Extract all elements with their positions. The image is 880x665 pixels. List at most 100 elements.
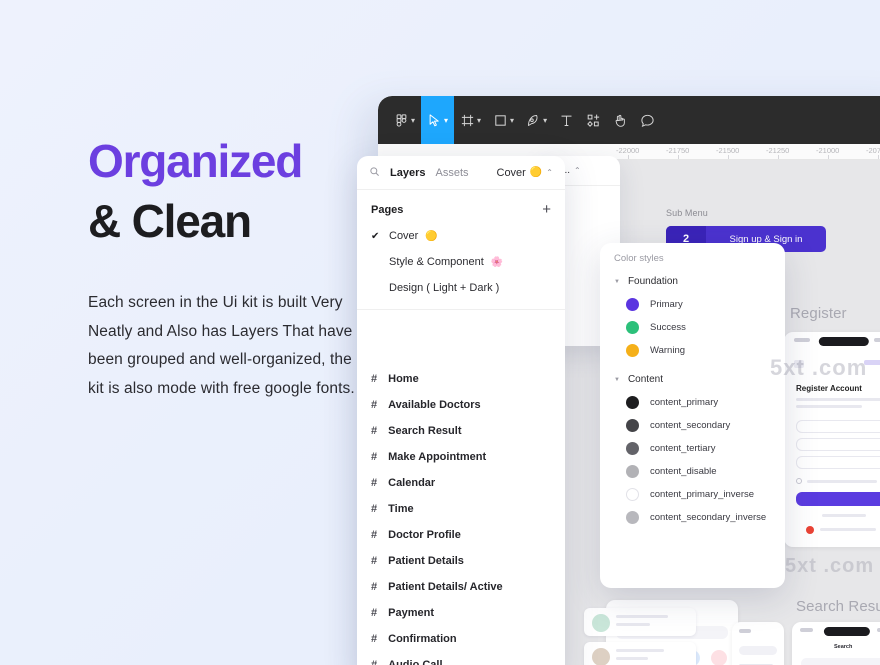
mock-register-cta[interactable]: [796, 492, 880, 506]
layers-panel[interactable]: Layers Assets Cover 🟡 ⌃ Pages + ✔ Cover …: [357, 156, 565, 665]
frame-hash-icon: #: [371, 582, 377, 593]
color-item-warning[interactable]: Warning: [600, 339, 785, 362]
layer-item[interactable]: # Patient Details/ Active: [357, 574, 565, 600]
mock-search-field[interactable]: [801, 658, 880, 665]
page-emoji-icon: 🟡: [425, 231, 437, 242]
chevron-down-icon: ▾: [477, 117, 481, 125]
tab-assets[interactable]: Assets: [435, 167, 468, 179]
color-group-foundation[interactable]: ▼ Foundation: [600, 270, 785, 293]
chevron-up-icon[interactable]: ⌃: [546, 168, 553, 177]
layer-item[interactable]: #Payment: [357, 600, 565, 626]
chevron-down-icon: ▾: [510, 117, 514, 125]
color-label: Primary: [650, 299, 683, 310]
layer-item[interactable]: #Time: [357, 496, 565, 522]
headline-line-1: Organized: [88, 136, 378, 188]
phone-mock-register[interactable]: Register Account: [784, 332, 880, 547]
current-file-name[interactable]: Cover: [497, 167, 526, 179]
page-label: Design ( Light + Dark ): [389, 282, 499, 294]
page-item-design[interactable]: Design ( Light + Dark ): [357, 275, 565, 301]
layer-item[interactable]: # Doctor Profile: [357, 522, 565, 548]
page-emoji-icon: 🌸: [491, 257, 503, 268]
color-item-content-disable[interactable]: content_disable: [600, 460, 785, 483]
layer-item[interactable]: # Audio Call: [357, 652, 565, 665]
add-page-icon[interactable]: +: [542, 202, 551, 217]
page-label: Style & Component: [389, 256, 484, 268]
artboard-label-search-result[interactable]: Search Result: [796, 598, 880, 615]
color-item-content-primary-inverse[interactable]: content_primary_inverse: [600, 483, 785, 506]
color-group-label: Foundation: [628, 276, 678, 287]
comment-tool-icon[interactable]: [634, 96, 661, 144]
frame-tool-icon[interactable]: ▾: [454, 96, 487, 144]
color-swatch: [626, 488, 639, 501]
layer-item[interactable]: #Available Doctors: [357, 392, 565, 418]
color-label: content_secondary_inverse: [650, 512, 766, 523]
color-swatch: [626, 396, 639, 409]
artboard-label-sub-menu[interactable]: Sub Menu: [666, 208, 708, 218]
layer-item[interactable]: # Confirmation: [357, 626, 565, 652]
pages-section-header: Pages +: [357, 190, 565, 223]
file-emoji-icon: 🟡: [530, 167, 542, 178]
frame-hash-icon: #: [371, 634, 377, 645]
phone-mock-search[interactable]: Search: [792, 622, 880, 665]
layer-label: Make Appointment: [388, 451, 486, 463]
frame-hash-icon: #: [371, 530, 377, 541]
color-item-primary[interactable]: Primary: [600, 293, 785, 316]
layer-label: Confirmation: [388, 633, 456, 645]
color-swatch: [626, 511, 639, 524]
figma-toolbar: ▾ ▾ ▾ ▾: [378, 96, 880, 144]
shape-tool-icon[interactable]: ▾: [487, 96, 520, 144]
search-icon[interactable]: [369, 164, 380, 182]
figma-menu-icon[interactable]: ▾: [388, 96, 421, 144]
color-group-content[interactable]: ▼ Content: [600, 368, 785, 391]
pages-label: Pages: [371, 204, 403, 216]
layer-label: Patient Details/ Active: [388, 581, 503, 593]
layer-label: Search Result: [388, 425, 461, 437]
layer-label: Payment: [388, 607, 434, 619]
layers-panel-header: Layers Assets Cover 🟡 ⌃: [357, 156, 565, 190]
hand-tool-icon[interactable]: [607, 96, 634, 144]
frame-hash-icon: #: [371, 660, 377, 665]
color-styles-panel[interactable]: Color styles ▼ Foundation Primary Succes…: [600, 243, 785, 588]
layer-list[interactable]: #Home #Available Doctors #Search Result …: [357, 310, 565, 665]
layer-label: Available Doctors: [388, 399, 481, 411]
color-item-success[interactable]: Success: [600, 316, 785, 339]
color-swatch: [626, 344, 639, 357]
layer-item[interactable]: # Search Result: [357, 418, 565, 444]
frame-hash-icon: #: [371, 556, 377, 567]
frame-hash-icon: #: [371, 426, 377, 437]
components-icon[interactable]: [580, 96, 607, 144]
layer-label: Patient Details: [388, 555, 464, 567]
pen-tool-icon[interactable]: ▾: [520, 96, 553, 144]
move-tool-icon[interactable]: ▾: [421, 96, 454, 144]
page-label: Cover: [389, 230, 418, 242]
artboard-label-register[interactable]: Register: [790, 305, 847, 322]
color-item-content-primary[interactable]: content_primary: [600, 391, 785, 414]
layer-label: Time: [388, 503, 413, 515]
layer-label: Audio Call: [388, 659, 442, 665]
page-item-style-component[interactable]: Style & Component 🌸: [357, 249, 565, 275]
color-label: content_disable: [650, 466, 717, 477]
chevron-down-icon[interactable]: ▼: [614, 279, 620, 285]
color-label: content_primary_inverse: [650, 489, 754, 500]
color-swatch: [626, 442, 639, 455]
color-label: content_primary: [650, 397, 718, 408]
tab-layers[interactable]: Layers: [390, 167, 425, 179]
page-item-cover[interactable]: ✔ Cover 🟡: [357, 223, 565, 249]
layer-item[interactable]: # Patient Details: [357, 548, 565, 574]
color-item-content-tertiary[interactable]: content_tertiary: [600, 437, 785, 460]
layer-item[interactable]: #Make Appointment: [357, 444, 565, 470]
layer-item[interactable]: #Calendar: [357, 470, 565, 496]
chevron-up-icon[interactable]: ⌃: [574, 166, 581, 175]
text-tool-icon[interactable]: [553, 96, 580, 144]
color-item-content-secondary-inverse[interactable]: content_secondary_inverse: [600, 506, 785, 529]
layer-label: Home: [388, 373, 419, 385]
chevron-down-icon: ▾: [411, 117, 415, 125]
mock-search-title: Search: [834, 644, 852, 650]
check-icon: ✔: [371, 231, 382, 242]
layer-item[interactable]: #Home: [357, 366, 565, 392]
layer-label: Doctor Profile: [388, 529, 461, 541]
layer-label: Calendar: [388, 477, 435, 489]
color-item-content-secondary[interactable]: content_secondary: [600, 414, 785, 437]
phone-mock-partial-search-left[interactable]: [732, 622, 784, 665]
chevron-down-icon[interactable]: ▼: [614, 377, 620, 383]
